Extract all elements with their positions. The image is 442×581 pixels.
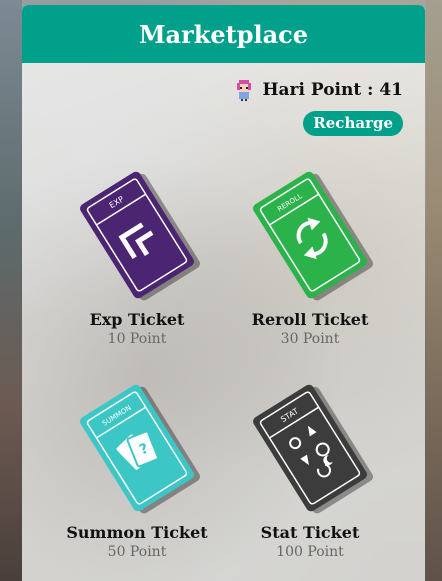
- ticket-price-reroll: 30 Point: [280, 331, 340, 347]
- ticket-image-exp: EXP: [47, 160, 227, 310]
- avatar: [234, 79, 254, 101]
- ticket-card-summon[interactable]: SUMMON ? Summon Ticket 50 Point: [47, 373, 227, 561]
- ticket-card-stat[interactable]: STAT Stat Ticket 100 Point: [220, 373, 400, 561]
- ticket-name-reroll: Reroll Ticket: [251, 310, 369, 329]
- ticket-price-summon: 50 Point: [107, 544, 167, 560]
- ticket-card-exp[interactable]: EXP Exp Ticket 10 Point: [47, 160, 227, 348]
- ticket-price-stat: 100 Point: [276, 544, 344, 560]
- ticket-card-reroll[interactable]: REROLL Reroll Ticket 30 Point: [220, 160, 400, 348]
- marketplace-panel: Marketplace Hari Point : 41 Recharge EXP…: [22, 5, 425, 581]
- header-bar: Marketplace: [22, 5, 425, 63]
- ticket-image-stat: STAT: [220, 373, 400, 523]
- points-label: Hari Point : 41: [262, 80, 403, 100]
- recharge-button[interactable]: Recharge: [303, 111, 403, 136]
- ticket-name-stat: Stat Ticket: [260, 523, 360, 542]
- ticket-image-reroll: REROLL: [220, 160, 400, 310]
- background-left: [0, 0, 22, 581]
- background-right: [426, 0, 442, 581]
- ticket-name-summon: Summon Ticket: [66, 523, 208, 542]
- ticket-name-exp: Exp Ticket: [89, 310, 185, 329]
- ticket-image-summon: SUMMON ?: [47, 373, 227, 523]
- ticket-price-exp: 10 Point: [107, 331, 167, 347]
- page-title: Marketplace: [138, 19, 309, 49]
- user-points: Hari Point : 41: [234, 79, 403, 101]
